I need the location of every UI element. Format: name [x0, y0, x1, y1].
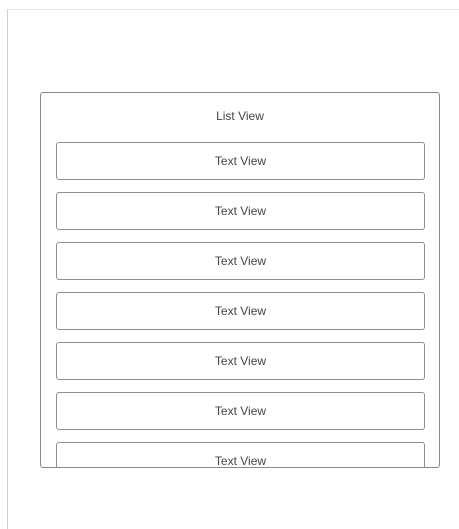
list-view[interactable]: List View Text View Text View Text View …	[40, 92, 440, 468]
list-item[interactable]: Text View	[56, 442, 425, 467]
list-item[interactable]: Text View	[56, 192, 425, 230]
list-item[interactable]: Text View	[56, 342, 425, 380]
list-item[interactable]: Text View	[56, 242, 425, 280]
list-item[interactable]: Text View	[56, 392, 425, 430]
list-item[interactable]: Text View	[56, 142, 425, 180]
list-items: Text View Text View Text View Text View …	[56, 142, 425, 467]
list-item[interactable]: Text View	[56, 292, 425, 330]
list-view-title: List View	[216, 109, 264, 123]
